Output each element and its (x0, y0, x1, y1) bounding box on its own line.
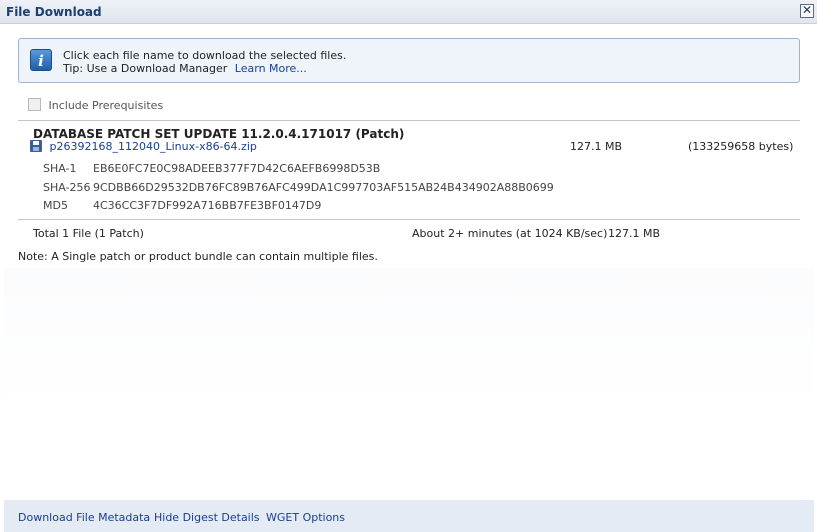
total-files-label: Total 1 File (1 Patch) (33, 227, 144, 240)
file-download-link[interactable]: p26392168_112040_Linux-x86-64.zip (50, 140, 257, 153)
learn-more-link[interactable]: Learn More... (235, 62, 307, 75)
content-background (4, 268, 814, 416)
digest-label-sha256: SHA-256 (43, 181, 91, 194)
total-size: 127.1 MB (608, 227, 661, 240)
info-tip-line: Tip: Use a Download Manager Learn More..… (63, 62, 307, 75)
close-icon: ✕ (801, 3, 813, 17)
include-prerequisites-checkbox[interactable] (28, 98, 41, 111)
info-icon: i (30, 49, 52, 71)
digest-label-sha1: SHA-1 (43, 162, 77, 175)
info-instruction-text: Click each file name to download the sel… (63, 49, 347, 62)
disk-icon (30, 140, 42, 152)
divider (18, 219, 800, 220)
wget-options-link[interactable]: WGET Options (266, 511, 345, 524)
file-download-row: p26392168_112040_Linux-x86-64.zip (30, 140, 257, 153)
digest-value-sha256: 9CDBB66D29532DB76FC89B76AFC499DA1C997703… (93, 181, 554, 194)
patch-title: DATABASE PATCH SET UPDATE 11.2.0.4.17101… (33, 127, 405, 141)
window-title: File Download (6, 5, 102, 19)
include-prerequisites-label: Include Prerequisites (48, 99, 164, 112)
estimated-download-time: About 2+ minutes (at 1024 KB/sec) (412, 227, 608, 240)
divider (18, 120, 800, 121)
footer-bar: Download File Metadata Hide Digest Detai… (4, 500, 814, 532)
close-button[interactable]: ✕ (800, 4, 814, 18)
download-file-metadata-link[interactable]: Download File Metadata (18, 511, 150, 524)
title-bar: File Download ✕ (0, 0, 817, 24)
digest-label-md5: MD5 (43, 199, 68, 212)
digest-value-sha1: EB6E0FC7E0C98ADEEB377F7D42C6AEFB6998D53B (93, 162, 381, 175)
file-size: 127.1 MB (570, 140, 623, 153)
include-prerequisites-option[interactable]: Include Prerequisites (28, 98, 163, 112)
info-message-box: i Click each file name to download the s… (18, 38, 800, 83)
digest-value-md5: 4C36CC3F7DF992A716BB7FE3BF0147D9 (93, 199, 322, 212)
info-tip-text: Tip: Use a Download Manager (63, 62, 228, 75)
file-bytes: (133259658 bytes) (688, 140, 794, 153)
bundle-note: Note: A Single patch or product bundle c… (18, 250, 378, 263)
hide-digest-details-link[interactable]: Hide Digest Details (154, 511, 260, 524)
